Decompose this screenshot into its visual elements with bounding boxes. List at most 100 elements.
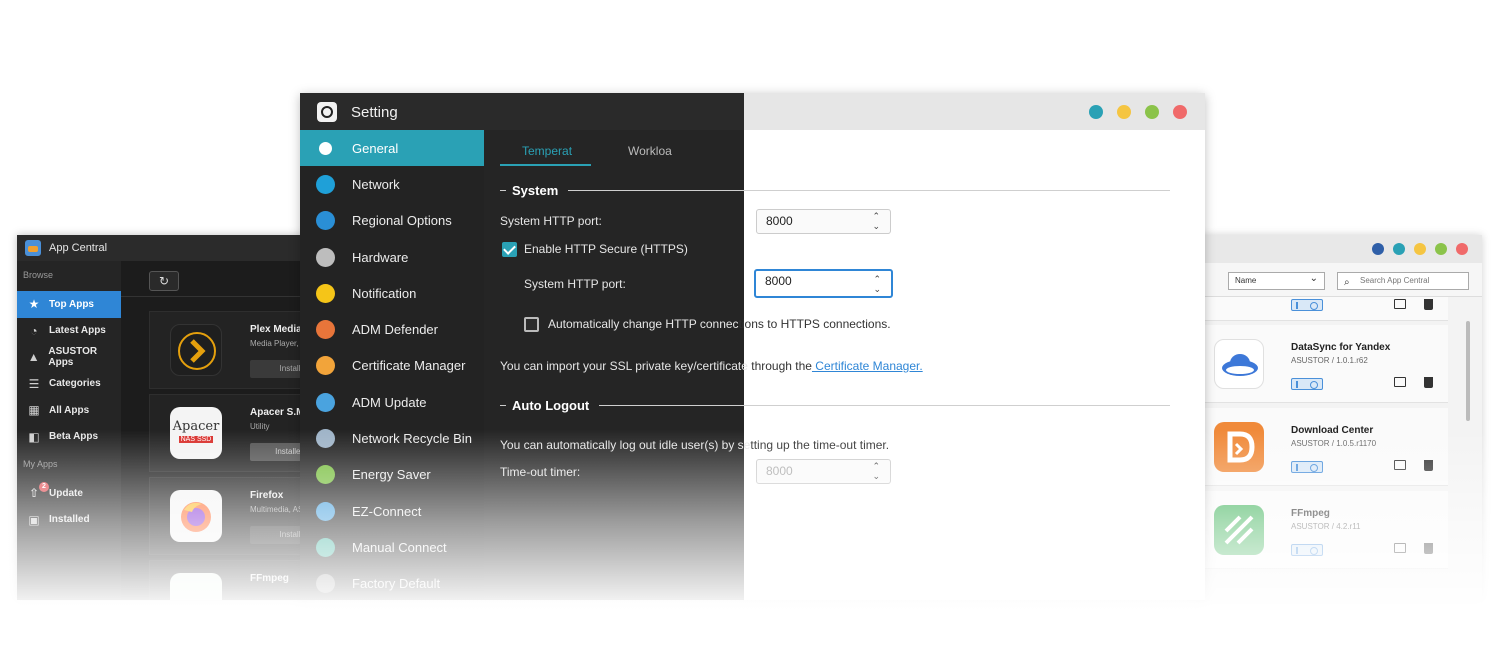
app-card[interactable]: FFmpeg xyxy=(149,560,307,600)
app-card[interactable]: Apacer NAS SSD Apacer S.M.A Utility Inst… xyxy=(149,394,307,472)
trash-icon[interactable] xyxy=(1424,543,1433,554)
sidebar-item-manual-connect[interactable]: Manual Connect xyxy=(300,529,484,565)
app-central-titlebar: App Central xyxy=(17,235,307,261)
window-dot-1[interactable] xyxy=(1372,243,1384,255)
sidebar-item-categories[interactable]: ☰ Categories xyxy=(17,371,121,398)
minimize-button[interactable] xyxy=(1117,105,1131,119)
recycle-bin-icon xyxy=(316,429,335,449)
sidebar-item-label: Regional Options xyxy=(352,213,452,229)
close-button[interactable] xyxy=(1456,243,1468,255)
stepper-arrows-icon[interactable]: ⌃ ⌄ xyxy=(873,274,881,294)
open-app-icon[interactable] xyxy=(1394,543,1406,553)
maximize-button[interactable] xyxy=(1145,105,1159,119)
sidebar-item-beta-apps[interactable]: ◧ Beta Apps xyxy=(17,424,121,451)
app-central-window-right: Name ⌕ Search App Central DataSync for Y… xyxy=(1195,235,1482,600)
app-card-partial xyxy=(1195,297,1448,321)
https-port-input[interactable]: 8000 ⌃ ⌄ xyxy=(754,269,893,298)
sidebar-item-label: ADM Defender xyxy=(352,322,438,338)
setting-gear-icon xyxy=(317,102,337,122)
sidebar-item-update[interactable]: ⇧ 2 Update xyxy=(17,480,121,507)
certificate-manager-link[interactable]: Certificate Manager. xyxy=(812,359,922,373)
scrollbar[interactable] xyxy=(1466,321,1470,421)
sidebar-item-regional-options[interactable]: Regional Options xyxy=(300,203,484,239)
sidebar-item-energy-saver[interactable]: Energy Saver xyxy=(300,457,484,493)
app-central-main: ↻ Plex Media Se Media Player, Me Install… xyxy=(121,261,307,600)
sidebar-item-label: Notification xyxy=(352,285,417,301)
sidebar-item-latest-apps[interactable]: ◔ Latest Apps xyxy=(17,318,121,345)
http-port-input[interactable]: 8000 ⌃ ⌄ xyxy=(756,209,891,234)
sidebar-item-label: ADM Update xyxy=(352,394,427,410)
app-card[interactable]: Plex Media Se Media Player, Me Install xyxy=(149,311,307,389)
app-name: FFmpeg xyxy=(250,573,289,584)
window-dot-2[interactable] xyxy=(1393,243,1405,255)
setting-titlebar: Setting xyxy=(300,93,1205,130)
trash-icon[interactable] xyxy=(1424,299,1433,310)
stepper-arrows-icon[interactable]: ⌃ ⌄ xyxy=(872,211,880,231)
factory-default-icon xyxy=(316,574,335,594)
refresh-icon: ↻ xyxy=(158,274,170,288)
app-name: Apacer S.M.A xyxy=(250,407,307,418)
firewall-icon xyxy=(316,320,335,340)
stepper-arrows-icon[interactable]: ⌃ ⌄ xyxy=(872,461,880,481)
sidebar-item-factory-default[interactable]: Factory Default xyxy=(300,566,484,600)
trash-icon[interactable] xyxy=(1424,460,1433,471)
manual-connect-icon xyxy=(316,537,335,557)
app-version: ASUSTOR / 4.2.r11 xyxy=(1291,522,1361,531)
open-app-icon[interactable] xyxy=(1394,377,1406,387)
plex-icon xyxy=(170,324,222,376)
sidebar-item-general[interactable]: General xyxy=(300,130,484,167)
app-category: Media Player, Me xyxy=(250,339,307,348)
sidebar-item-adm-update[interactable]: ADM Update xyxy=(300,384,484,420)
tab-workload[interactable]: Workloa xyxy=(628,144,672,158)
app-card[interactable]: Download Center ASUSTOR / 1.0.5.r1170 xyxy=(1195,408,1448,486)
sidebar-item-adm-defender[interactable]: ADM Defender xyxy=(300,311,484,347)
system-section-header: System xyxy=(500,183,1170,198)
sidebar-item-top-apps[interactable]: ★ Top Apps xyxy=(17,291,121,318)
sidebar-item-network[interactable]: Network xyxy=(300,166,484,202)
app-toggle[interactable] xyxy=(1291,299,1323,311)
timeout-timer-input[interactable]: 8000 ⌃ ⌄ xyxy=(756,459,891,484)
sidebar-item-all-apps[interactable]: ▦ All Apps xyxy=(17,397,121,424)
maximize-button[interactable] xyxy=(1435,243,1447,255)
auto-redirect-checkbox[interactable] xyxy=(524,317,539,332)
app-toggle[interactable] xyxy=(1291,378,1323,390)
install-button[interactable]: Install xyxy=(250,360,307,378)
certificate-icon xyxy=(316,356,335,376)
installed-button[interactable]: Installed xyxy=(250,443,307,461)
sidebar-item-certificate-manager[interactable]: Certificate Manager xyxy=(300,348,484,384)
sidebar-item-installed[interactable]: ▣ Installed xyxy=(17,507,121,534)
app-toggle[interactable] xyxy=(1291,461,1323,473)
sidebar-item-notification[interactable]: Notification xyxy=(300,275,484,311)
app-name: FFmpeg xyxy=(1291,508,1330,519)
tab-temperature[interactable]: Temperat xyxy=(522,144,572,158)
search-input[interactable]: ⌕ Search App Central xyxy=(1337,272,1469,290)
refresh-button[interactable]: ↻ xyxy=(149,271,179,291)
trash-icon[interactable] xyxy=(1424,377,1433,388)
regional-icon xyxy=(316,211,335,231)
https-enable-checkbox[interactable] xyxy=(502,242,517,257)
sidebar-item-ez-connect[interactable]: EZ-Connect xyxy=(300,493,484,529)
open-app-icon[interactable] xyxy=(1394,299,1406,309)
sort-select[interactable]: Name xyxy=(1228,271,1325,290)
close-button[interactable] xyxy=(1173,105,1187,119)
minimize-button[interactable] xyxy=(1414,243,1426,255)
app-toggle[interactable] xyxy=(1291,544,1323,556)
yandex-disk-icon xyxy=(1214,339,1264,389)
window-dot-1[interactable] xyxy=(1089,105,1103,119)
sidebar-item-label: Certificate Manager xyxy=(352,358,466,374)
open-app-icon[interactable] xyxy=(1394,460,1406,470)
sidebar-item-network-recycle-bin[interactable]: Network Recycle Bin xyxy=(300,420,484,456)
sidebar-item-hardware[interactable]: Hardware xyxy=(300,239,484,275)
sidebar-item-asustor-apps[interactable]: ▲ ASUSTOR Apps xyxy=(17,344,121,371)
app-central-logo-icon xyxy=(25,240,41,256)
cloud-icon xyxy=(316,501,335,521)
sidebar-item-label: General xyxy=(352,140,399,156)
https-port-label: System HTTP port: xyxy=(524,277,626,291)
http-port-label: System HTTP port: xyxy=(500,214,602,228)
install-button[interactable]: Install xyxy=(250,526,307,544)
app-card[interactable]: DataSync for Yandex ASUSTOR / 1.0.1.r62 xyxy=(1195,325,1448,403)
app-version: ASUSTOR / 1.0.5.r1170 xyxy=(1291,439,1377,448)
app-card[interactable]: Firefox Multimedia, ASUS Install xyxy=(149,477,307,555)
download-center-icon xyxy=(1214,422,1264,472)
app-card[interactable]: FFmpeg ASUSTOR / 4.2.r11 xyxy=(1195,491,1448,569)
